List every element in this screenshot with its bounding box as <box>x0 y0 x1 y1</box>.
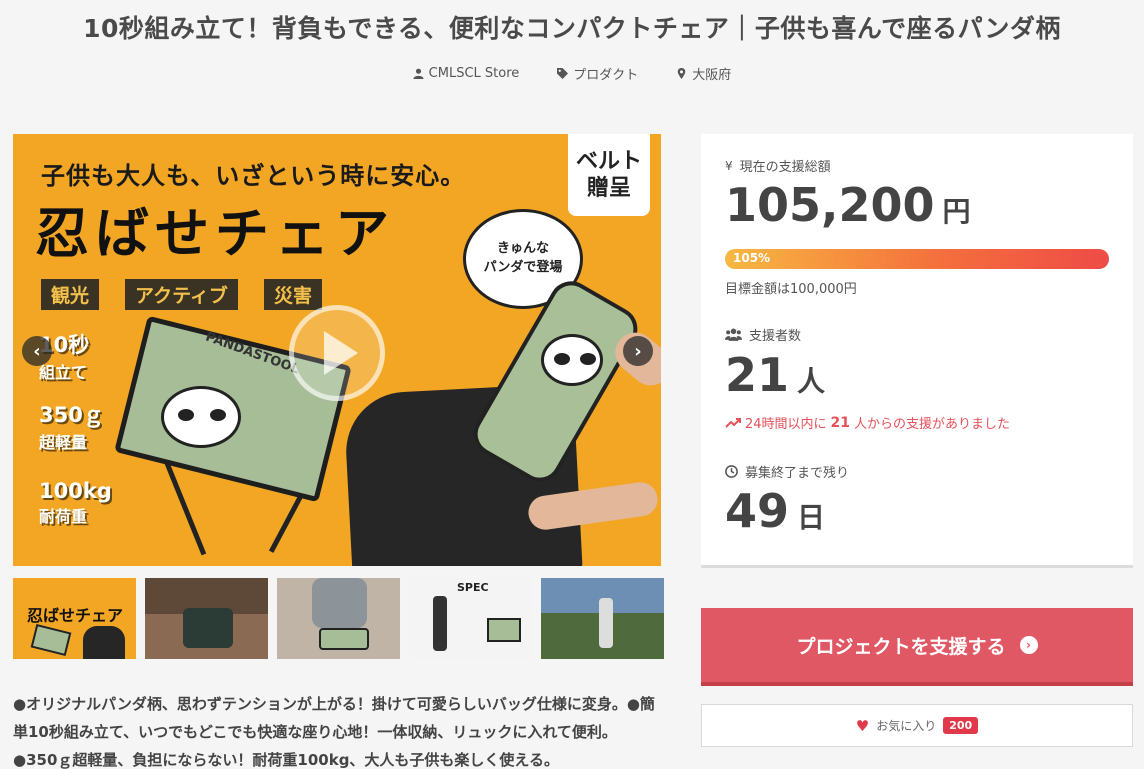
hero-headline-small: 子供も大人も、いざという時に安心。 <box>41 162 466 190</box>
supporters-count-unit: 人 <box>797 365 826 398</box>
user-icon <box>413 68 424 79</box>
favorite-label: お気に入り <box>876 719 937 733</box>
chevron-right-circle-icon: › <box>1019 636 1038 654</box>
thumbnail-strip: 忍ばせチェア SPEC <box>13 578 664 659</box>
thumbnail-stool-shape <box>487 618 521 642</box>
thumbnail-3[interactable] <box>277 578 400 659</box>
support-project-button[interactable]: プロジェクトを支援する › <box>701 608 1133 686</box>
spec-load-value: 100kg <box>39 479 112 503</box>
total-label-text: 現在の支援総額 <box>739 160 831 175</box>
thumbnail-caption: SPEC <box>457 581 489 594</box>
hero-tags: 観光 アクティブ 災害 <box>41 279 322 310</box>
thumbnail-person-shape <box>599 598 613 648</box>
location-link[interactable]: 大阪府 <box>676 64 731 83</box>
bubble-line1: きゅんな <box>496 241 549 257</box>
hero-tag: アクティブ <box>125 279 238 310</box>
recent-prefix: 24時間以内に <box>745 417 827 432</box>
favorite-count-badge: 200 <box>943 717 979 734</box>
thumbnail-person-shape <box>433 596 447 651</box>
play-icon <box>324 331 358 375</box>
category-link[interactable]: プロダクト <box>557 64 638 83</box>
thumbnail-backpack-shape <box>83 626 125 659</box>
project-description: ●オリジナルパンダ柄、思わずテンションが上がる！掛けて可愛らしいバッグ仕様に変身… <box>13 695 655 769</box>
category-name: プロダクト <box>573 68 639 83</box>
panda-face-icon <box>161 386 241 448</box>
total-amount-value: 105,200 <box>725 178 935 232</box>
thumbnail-2[interactable] <box>145 578 268 659</box>
spec-load: 100kg 耐荷重 <box>39 479 112 527</box>
thumbnail-stool-shape <box>319 628 369 650</box>
thumbnail-person-shape <box>312 578 367 628</box>
play-video-button[interactable] <box>289 305 385 401</box>
support-button-label: プロジェクトを支援する <box>796 635 1006 658</box>
prev-image-button[interactable]: ‹ <box>22 336 52 366</box>
spec-weight-value: 350ｇ <box>39 403 104 427</box>
total-amount-unit: 円 <box>942 195 971 228</box>
chevron-left-icon: ‹ <box>33 340 41 362</box>
supporters-label-text: 支援者数 <box>749 329 802 344</box>
supporters-count: 21 人 <box>725 348 825 402</box>
progress-bar: 105% <box>725 249 1109 269</box>
recent-supporters-note: 24時間以内に 21 人からの支援がありました <box>725 413 1010 432</box>
thumbnail-stool-shape <box>30 624 72 656</box>
bubble-line2: パンダで登場 <box>483 260 563 275</box>
clock-icon <box>725 465 738 478</box>
users-icon <box>725 328 742 341</box>
remaining-label-text: 募集終了まで残り <box>745 466 850 481</box>
main-image[interactable]: 子供も大人も、いざという時に安心。 忍ばせチェア ベルト 贈呈 きゅんな パンダ… <box>13 134 661 566</box>
panda-face-icon <box>541 334 603 386</box>
remaining-days: 49 日 <box>725 484 825 538</box>
favorite-button[interactable]: ♥ お気に入り 200 <box>701 704 1133 747</box>
map-pin-icon <box>678 68 686 79</box>
recent-suffix: 人からの支援がありました <box>854 417 1011 432</box>
thumbnail-5[interactable] <box>541 578 664 659</box>
owner-link[interactable]: CMLSCL Store <box>413 64 520 83</box>
recent-count: 21 <box>830 414 851 431</box>
remaining-days-unit: 日 <box>797 501 826 534</box>
next-image-button[interactable]: › <box>623 336 653 366</box>
goal-text: 目標金額は100,000円 <box>725 282 857 297</box>
total-amount: 105,200 円 <box>725 178 971 232</box>
thumbnail-4[interactable]: SPEC <box>409 578 532 659</box>
stats-panel: ¥ 現在の支援総額 105,200 円 105% 目標金額は100,000円 支… <box>701 134 1133 568</box>
progress-label: 105% <box>733 251 771 265</box>
supporters-count-value: 21 <box>725 348 790 402</box>
remaining-label: 募集終了まで残り <box>725 462 849 481</box>
belt-badge: ベルト 贈呈 <box>568 134 650 216</box>
spec-weight-label: 超軽量 <box>39 433 88 452</box>
supporters-label: 支援者数 <box>725 325 801 344</box>
spec-assembly-label: 組立て <box>39 363 88 382</box>
thumbnail-bag-shape <box>183 608 233 648</box>
heart-icon: ♥ <box>855 716 870 735</box>
thumbnail-1[interactable]: 忍ばせチェア <box>13 578 136 659</box>
belt-badge-line2: 贈呈 <box>586 176 631 201</box>
remaining-days-value: 49 <box>725 484 790 538</box>
page-title: 10秒組み立て！背負もできる、便利なコンパクトチェア｜子供も喜んで座るパンダ柄 <box>83 14 1061 43</box>
yen-icon: ¥ <box>725 158 733 173</box>
spec-load-label: 耐荷重 <box>39 507 88 526</box>
hero-headline-big: 忍ばせチェア <box>35 202 395 265</box>
owner-name: CMLSCL Store <box>428 66 520 81</box>
spec-weight: 350ｇ 超軽量 <box>39 399 104 453</box>
hero-tag: 観光 <box>41 279 100 310</box>
hero-tag: 災害 <box>263 279 322 310</box>
total-label: ¥ 現在の支援総額 <box>725 156 831 176</box>
chevron-right-icon: › <box>634 340 642 362</box>
location-name: 大阪府 <box>692 68 732 83</box>
thumbnail-caption: 忍ばせチェア <box>27 606 124 625</box>
tag-icon <box>557 68 569 79</box>
belt-badge-line1: ベルト <box>575 148 642 174</box>
project-meta: CMLSCL Store プロダクト 大阪府 <box>0 64 1144 83</box>
trending-up-icon <box>725 418 741 428</box>
